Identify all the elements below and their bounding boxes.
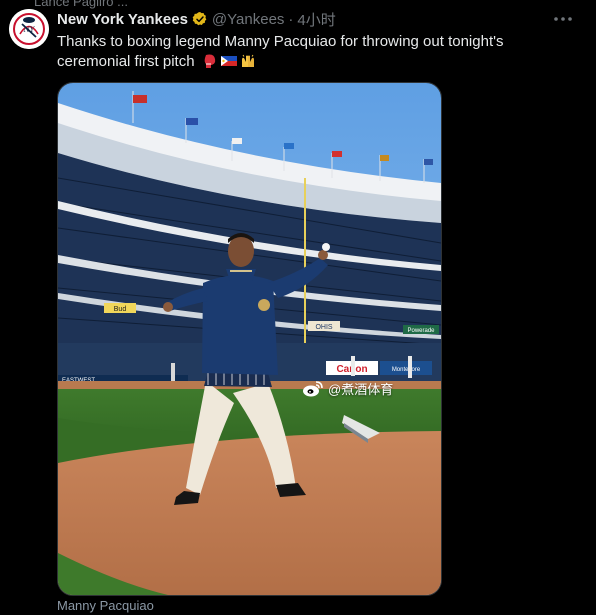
ohis-sign: OHIS: [315, 324, 332, 331]
author-handle[interactable]: @Yankees: [212, 11, 285, 28]
repost-context: Lance Pagiiro ...: [34, 0, 128, 9]
bud-sign: Bud: [114, 306, 127, 313]
verified-badge-icon: [192, 11, 208, 27]
avatar[interactable]: NY: [9, 9, 49, 49]
montefiore-sign: Montefiore: [392, 367, 421, 373]
watermark-text: @煮酒体育: [328, 382, 394, 397]
emoji-group: [202, 53, 256, 69]
svg-text:NY: NY: [23, 26, 36, 34]
tweet[interactable]: Lance Pagiiro ... NY New York Yankees @Y…: [0, 0, 596, 615]
weibo-logo-icon: [303, 380, 323, 396]
separator: ·: [288, 10, 294, 28]
tweet-photo[interactable]: Canon Montefiore OHIS Powerade Bud EASTW…: [57, 82, 442, 596]
tweet-header: New York Yankees @Yankees · 4小时: [57, 9, 336, 29]
more-options-icon[interactable]: [552, 10, 574, 28]
powerade-sign: Powerade: [407, 328, 435, 334]
stadium-photo: Canon Montefiore OHIS Powerade Bud EASTW…: [58, 83, 441, 595]
tweet-text: Thanks to boxing legend Manny Pacquiao f…: [57, 32, 557, 72]
raising-hands-icon: [240, 53, 256, 69]
tweet-text-body: Thanks to boxing legend Manny Pacquiao f…: [57, 33, 504, 70]
yankees-logo-icon: NY: [9, 9, 49, 49]
boxing-glove-icon: [202, 53, 218, 69]
author-name[interactable]: New York Yankees: [57, 11, 188, 28]
watermark: @煮酒体育: [302, 379, 393, 398]
timestamp[interactable]: 4小时: [297, 9, 335, 30]
philippines-flag-icon: [220, 53, 237, 69]
photo-caption: Manny Pacquiao: [57, 598, 154, 613]
